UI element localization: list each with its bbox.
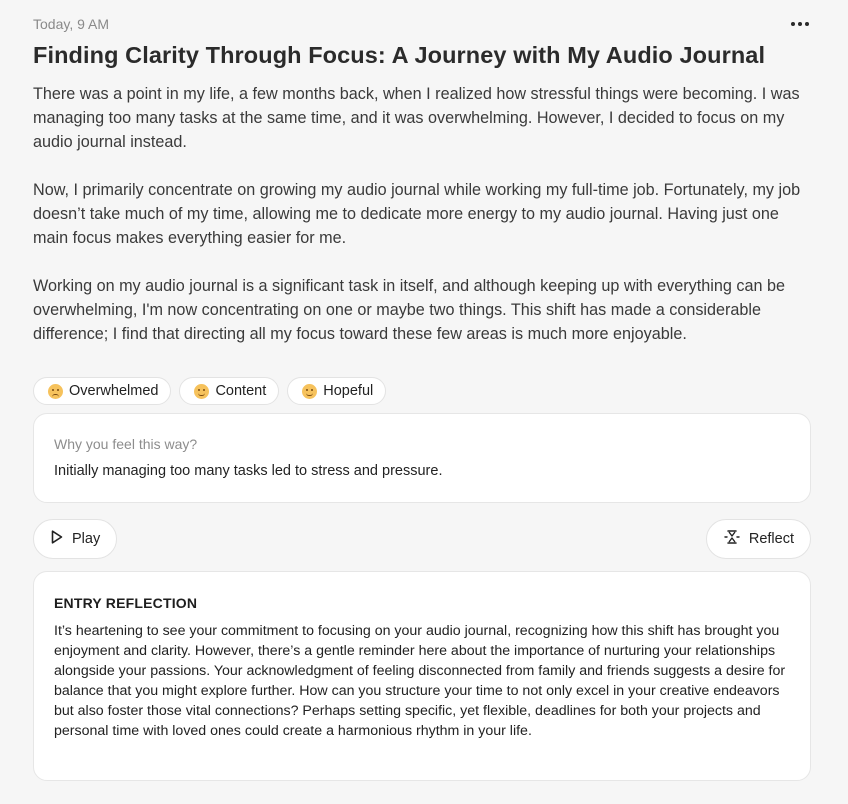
play-button[interactable]: Play xyxy=(33,519,118,559)
entry-title: Finding Clarity Through Focus: A Journey… xyxy=(33,42,766,68)
more-dot-icon xyxy=(791,22,795,26)
journal-entry-page: Today, 9 AM Finding Clarity Through Focu… xyxy=(0,0,848,804)
emotion-tag-label: Overwhelmed xyxy=(69,383,159,399)
reflect-label: Reflect xyxy=(748,531,794,547)
entry-paragraph: Working on my audio journal is a signifi… xyxy=(33,277,785,343)
emotion-tag-label: Content xyxy=(215,383,267,399)
why-feel-card[interactable]: Why you feel this way? Initially managin… xyxy=(33,413,811,503)
reflect-icon xyxy=(724,529,740,549)
entry-timestamp: Today, 9 AM xyxy=(33,16,110,32)
emotion-tag-hopeful[interactable]: Hopeful xyxy=(287,377,387,405)
entry-reflection-text: It’s heartening to see your commitment t… xyxy=(54,623,786,739)
entry-header: Today, 9 AM xyxy=(33,14,811,34)
why-feel-label: Why you feel this way? xyxy=(54,436,198,452)
play-icon xyxy=(51,530,63,548)
entry-paragraph: There was a point in my life, a few mont… xyxy=(33,85,800,151)
more-dot-icon xyxy=(798,22,802,26)
entry-actions: Play Reflect xyxy=(33,519,811,559)
emotion-tags: Overwhelmed Content Hopeful xyxy=(33,377,387,405)
more-dot-icon xyxy=(805,22,809,26)
entry-reflection-card: ENTRY REFLECTION It’s heartening to see … xyxy=(33,571,811,781)
entry-reflection-heading: ENTRY REFLECTION xyxy=(54,595,198,611)
emotion-tag-label: Hopeful xyxy=(323,383,374,399)
more-options-button[interactable] xyxy=(789,17,811,31)
overwhelmed-emoji-icon xyxy=(48,383,63,399)
play-label: Play xyxy=(72,531,101,547)
content-emoji-icon xyxy=(194,383,210,399)
emotion-tag-content[interactable]: Content xyxy=(179,377,280,405)
why-feel-value: Initially managing too many tasks led to… xyxy=(54,463,443,479)
emotion-tag-overwhelmed[interactable]: Overwhelmed xyxy=(33,377,172,405)
reflect-button[interactable]: Reflect xyxy=(705,519,811,559)
hopeful-emoji-icon xyxy=(302,383,318,399)
entry-paragraph: Now, I primarily concentrate on growing … xyxy=(33,181,801,247)
entry-body: There was a point in my life, a few mont… xyxy=(33,82,813,346)
